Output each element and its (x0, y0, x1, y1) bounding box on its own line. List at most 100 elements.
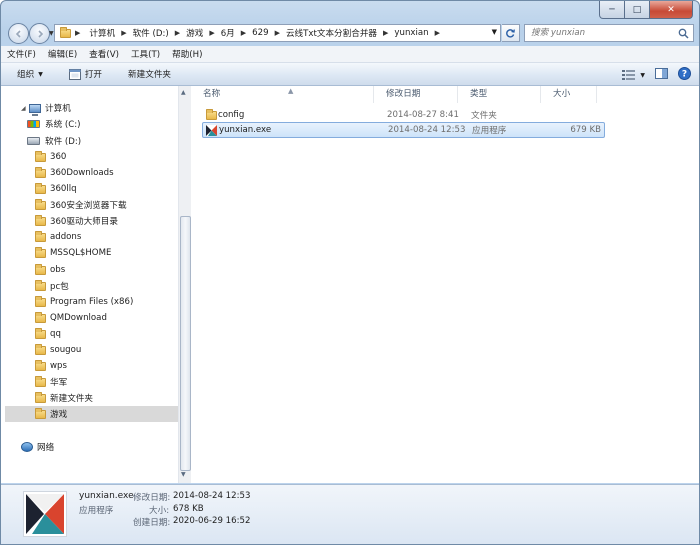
drive-icon (27, 137, 40, 145)
nav-folder[interactable]: 新建文件夹 (35, 390, 93, 406)
file-date: 2014-08-24 12:53 (388, 125, 466, 135)
file-name: yunxian.exe (219, 125, 272, 135)
app-icon (206, 125, 217, 136)
column-type[interactable]: 类型 (458, 86, 541, 103)
folder-icon (35, 263, 46, 275)
breadcrumb-computer[interactable]: 计算机 ▶ (86, 27, 129, 39)
menu-edit[interactable]: 编辑(E) (42, 48, 83, 60)
app-thumbnail-icon (24, 492, 66, 536)
back-button[interactable] (8, 23, 29, 44)
menu-bar: 文件(F) 编辑(E) 查看(V) 工具(T) 帮助(H) (1, 46, 699, 63)
computer-icon (29, 103, 41, 116)
column-size[interactable]: 大小 (541, 86, 597, 103)
nav-folder[interactable]: 360驱动大师目录 (35, 213, 118, 229)
details-filename: yunxian.exe (79, 491, 134, 501)
nav-drive-d[interactable]: 软件 (D:) (27, 133, 81, 149)
nav-folder[interactable]: 360llq (35, 181, 77, 197)
forward-arrow-icon (37, 29, 43, 38)
nav-folder[interactable]: QMDownload (35, 310, 107, 326)
details-created-value: 2020-06-29 16:52 (173, 516, 251, 526)
sort-ascending-icon: ▲ (288, 87, 294, 95)
view-dropdown-icon: ▼ (640, 71, 645, 79)
nav-folder[interactable]: 360安全浏览器下载 (35, 197, 127, 213)
search-icon[interactable] (678, 28, 689, 39)
file-row-selected[interactable]: yunxian.exe 2014-08-24 12:53 应用程序 679 KB (202, 122, 605, 138)
new-folder-button[interactable]: 新建文件夹 (110, 68, 179, 80)
nav-drive-c[interactable]: 系统 (C:) (27, 116, 81, 132)
file-name: config (218, 110, 245, 120)
nav-folder[interactable]: 华军 (35, 374, 67, 390)
chevron-down-icon: ▼ (38, 70, 43, 78)
folder-icon (60, 26, 71, 38)
column-date[interactable]: 修改日期 (374, 86, 458, 103)
folder-icon (35, 279, 46, 291)
close-button[interactable]: ✕ (650, 1, 693, 19)
folder-icon (35, 198, 46, 210)
forward-button[interactable] (29, 23, 50, 44)
search-input[interactable] (525, 27, 673, 39)
menu-file[interactable]: 文件(F) (1, 48, 42, 60)
explorer-window: ─ □ ✕ ▼ ▶ 计算机 ▶ 软件 (D:) ▶ 游戏 ▶ 6月 ▶ 629 ▶ 云线T… (0, 0, 700, 545)
scroll-up-icon[interactable]: ▲ (181, 89, 186, 96)
breadcrumb-games[interactable]: 游戏 ▶ (183, 27, 218, 39)
command-bar: 组织 ▼ 打开 新建文件夹 ▼ ? (1, 63, 699, 86)
folder-icon (35, 391, 46, 403)
folder-icon (35, 246, 46, 258)
search-box[interactable] (524, 24, 694, 42)
file-date: 2014-08-27 8:41 (387, 110, 459, 120)
breadcrumb-june[interactable]: 6月 ▶ (218, 27, 249, 39)
breadcrumb-drive-d[interactable]: 软件 (D:) ▶ (130, 27, 184, 39)
menu-tools[interactable]: 工具(T) (125, 48, 166, 60)
menu-help[interactable]: 帮助(H) (166, 48, 208, 60)
breadcrumb-629[interactable]: 629 ▶ (249, 28, 283, 38)
breadcrumb-yunxian[interactable]: yunxian ▶ (391, 28, 443, 38)
address-bar[interactable]: ▶ 计算机 ▶ 软件 (D:) ▶ 游戏 ▶ 6月 ▶ 629 ▶ 云线Txt文本分割合并… (54, 24, 501, 42)
folder-icon (35, 359, 46, 371)
navigation-pane: ◢ 计算机 系统 (C:) 软件 (D:) 360 360Downloads 3… (1, 86, 178, 483)
column-name[interactable]: 名称 ▲ (191, 86, 374, 103)
nav-folder[interactable]: Program Files (x86) (35, 294, 133, 310)
file-row[interactable]: config 2014-08-27 8:41 文件夹 (203, 107, 603, 123)
column-headers: 名称 ▲ 修改日期 类型 大小 (191, 86, 699, 103)
nav-folder[interactable]: MSSQL$HOME (35, 245, 111, 261)
menu-view[interactable]: 查看(V) (83, 48, 125, 60)
open-app-icon (68, 68, 81, 80)
folder-icon (35, 150, 46, 162)
details-modified-label: 修改日期: (133, 493, 171, 503)
folder-icon (35, 311, 46, 323)
maximize-button[interactable]: □ (625, 1, 650, 19)
nav-folder[interactable]: sougou (35, 342, 81, 358)
open-button[interactable]: 打开 (51, 68, 110, 80)
preview-pane-button[interactable] (655, 68, 668, 82)
help-button[interactable]: ? (678, 67, 691, 83)
recent-pages-dropdown[interactable]: ▼ (49, 30, 54, 37)
folder-icon (35, 214, 46, 226)
nav-network[interactable]: 网络 (21, 439, 54, 455)
breadcrumb-yunxian-tool[interactable]: 云线Txt文本分割合并器 ▶ (283, 27, 391, 39)
system-drive-icon (27, 120, 40, 128)
navigation-scrollbar[interactable]: ▲ ▼ (178, 86, 191, 483)
nav-folder[interactable]: addons (35, 229, 81, 245)
nav-folder-selected[interactable]: 游戏 (5, 406, 178, 422)
refresh-button[interactable] (502, 24, 520, 42)
nav-folder[interactable]: 360 (35, 149, 66, 165)
folder-icon (206, 109, 217, 120)
organize-button[interactable]: 组织 ▼ (1, 68, 51, 80)
minimize-button[interactable]: ─ (599, 1, 625, 19)
change-view-button[interactable]: ▼ (622, 70, 645, 80)
nav-folder[interactable]: qq (35, 326, 61, 342)
address-dropdown-icon[interactable]: ▼ (492, 28, 497, 36)
nav-folder[interactable]: wps (35, 358, 67, 374)
expanded-arrow-icon[interactable]: ◢ (21, 105, 29, 112)
file-list: 名称 ▲ 修改日期 类型 大小 config 2014-08-27 8:41 文件… (191, 86, 699, 483)
preview-pane-icon (655, 68, 668, 79)
svg-text:?: ? (682, 70, 687, 80)
nav-folder[interactable]: obs (35, 262, 65, 278)
nav-computer[interactable]: ◢ 计算机 (21, 100, 71, 116)
caption-buttons: ─ □ ✕ (599, 1, 693, 19)
nav-folder[interactable]: 360Downloads (35, 165, 114, 181)
scrollbar-thumb[interactable] (180, 216, 191, 471)
scroll-down-icon[interactable]: ▼ (181, 471, 186, 478)
nav-folder[interactable]: pc包 (35, 278, 69, 294)
folder-icon (35, 166, 46, 178)
